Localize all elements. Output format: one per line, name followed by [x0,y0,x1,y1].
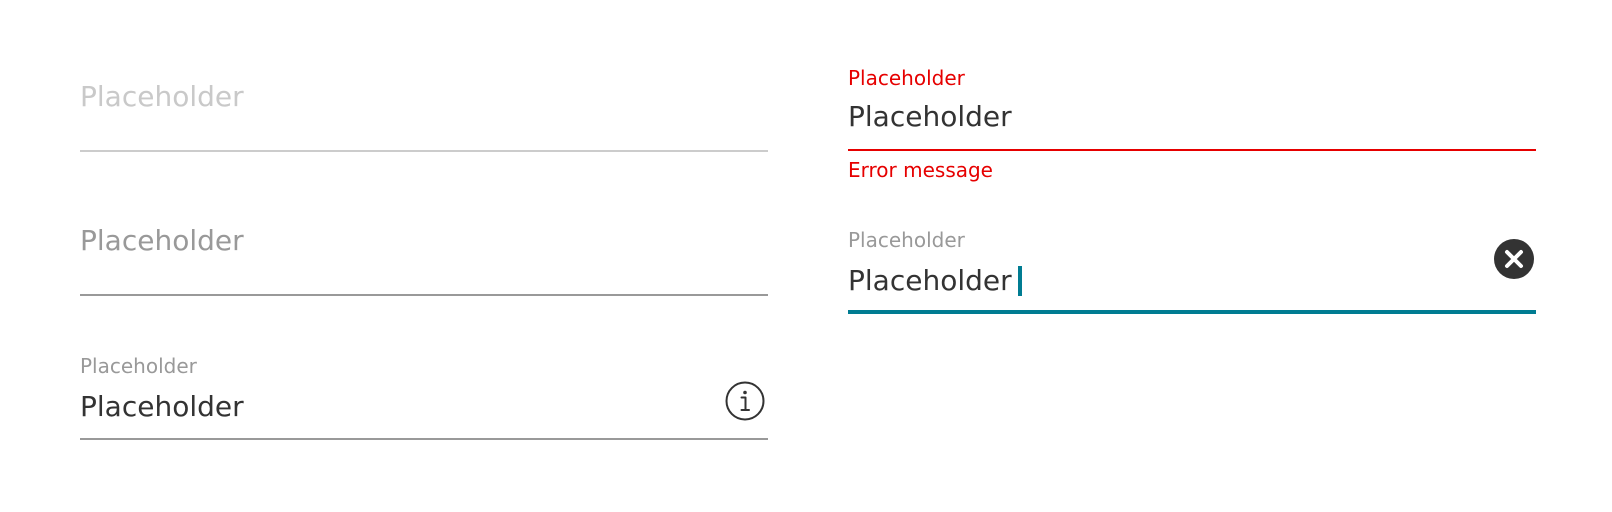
field-value-row: Placeholder [848,264,1022,298]
field-underline [80,294,768,296]
field-underline [848,310,1536,314]
field-underline [80,150,768,152]
text-field-disabled: Placeholder [80,78,768,153]
clear-icon[interactable] [1492,237,1536,281]
text-cursor [1017,266,1022,296]
field-underline [848,149,1536,151]
field-label: Placeholder [848,228,965,252]
field-underline [80,438,768,440]
field-placeholder: Placeholder [80,80,244,113]
field-label: Placeholder [80,354,197,378]
error-message: Error message [848,158,993,182]
field-value: Placeholder [848,100,1012,133]
text-field-error[interactable]: Placeholder Placeholder Error message [848,66,1536,196]
field-placeholder: Placeholder [80,224,244,257]
text-field-showcase: Placeholder Placeholder Placeholder Plac… [0,0,1612,512]
field-value: Placeholder [80,390,244,423]
text-field-focused[interactable]: Placeholder Placeholder [848,228,1536,318]
info-icon[interactable] [724,380,766,422]
field-value: Placeholder [848,264,1012,297]
text-field-default[interactable]: Placeholder [80,222,768,297]
field-label: Placeholder [848,66,965,90]
text-field-filled[interactable]: Placeholder Placeholder [80,354,768,440]
